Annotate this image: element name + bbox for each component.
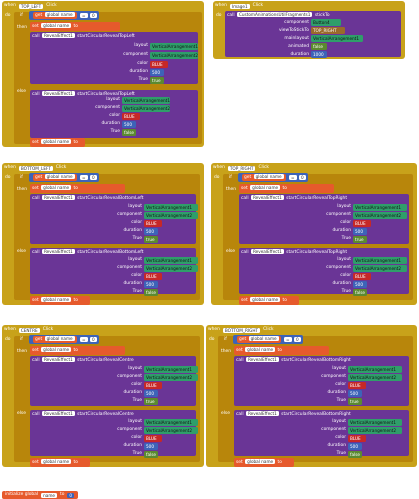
arg-duration-else[interactable]: 500 [144,443,158,450]
arg-component-else[interactable]: VerticalArrangement2 [348,427,402,434]
arg-true[interactable]: true [353,236,367,243]
arg-color-else[interactable]: BLUE [348,435,366,442]
set-global-block-else[interactable]: set global name to [234,458,294,467]
arg-true[interactable]: true [348,398,362,405]
arg-true[interactable]: true [144,398,158,405]
set-global-block[interactable]: set global name to [239,184,334,193]
arg-color[interactable]: BLUE [144,382,162,389]
get-global-block[interactable]: get global name [242,174,286,181]
arg-duration[interactable]: 500 [144,228,158,235]
arg-false-else[interactable]: false [348,451,362,458]
event-block-bottom-left[interactable]: when BOTTOM_LEFT Click do if get global … [2,163,204,305]
arg-duration[interactable]: 1000 [311,51,327,58]
arg-color-else[interactable]: BLUE [353,273,371,280]
event-block-image1[interactable]: when Image1 Click do call CustomAnimatio… [213,1,405,59]
compare-block[interactable]: get global name = 0 [29,173,99,182]
compare-block[interactable]: get global name = 0 [29,335,99,344]
event-block-centre[interactable]: when CENTRE Click do if get global name … [2,325,204,467]
arg-layout[interactable]: VerticalArrangement1 [348,366,402,373]
arg-component[interactable]: VerticalArrangement2 [348,374,402,381]
arg-component-else[interactable]: VerticalArrangement2 [144,265,198,272]
arg-layout-else[interactable]: VerticalArrangement1 [353,257,407,264]
set-global-block[interactable]: set global name to [30,22,120,31]
compare-block[interactable]: get global name = 0 [29,11,99,20]
arg-color[interactable]: BLUE [144,220,162,227]
set-global-block[interactable]: set global name to [30,184,125,193]
arg-duration[interactable]: 500 [353,228,367,235]
get-global-block[interactable]: get global name [33,174,77,181]
arg-color-else[interactable]: BLUE [122,113,140,120]
arg-true[interactable]: true [150,77,164,84]
arg-duration-else[interactable]: 500 [348,443,362,450]
set-global-block-else[interactable]: set global name to [30,458,90,467]
set-global-block-else[interactable]: set global name to [30,138,85,147]
component-dropdown[interactable]: BOTTOM_LEFT [18,165,53,171]
arg-false-else[interactable]: false [122,129,136,136]
arg-layout-else[interactable]: VerticalArrangement1 [144,419,198,426]
component-dropdown[interactable]: TOP_RIGHT [227,165,256,171]
arg-layout-else[interactable]: VerticalArrangement1 [144,257,198,264]
event-block-top-right[interactable]: when TOP_RIGHT Click do if get global na… [211,163,417,305]
arg-layout[interactable]: VerticalArrangement1 [144,204,198,211]
arg-duration[interactable]: 500 [150,69,164,76]
arg-component[interactable]: VerticalArrangement2 [353,212,407,219]
event-header: when BOTTOM_RIGHT Click [208,327,274,333]
arg-component[interactable]: VerticalArrangement2 [150,52,198,59]
arg-component-else[interactable]: VerticalArrangement2 [144,427,198,434]
component-dropdown[interactable]: TOP_LEFT [18,3,44,9]
arg-color[interactable]: BLUE [348,382,366,389]
event-block-bottom-right[interactable]: when BOTTOM_RIGHT Click do if get global… [206,325,417,467]
arg-duration-else[interactable]: 500 [144,281,158,288]
arg-duration[interactable]: 500 [144,390,158,397]
init-value[interactable]: 0 [67,492,75,498]
arg-mainlayout[interactable]: VerticalArrangement1 [311,35,363,42]
component-dropdown[interactable]: BOTTOM_RIGHT [222,327,261,333]
event-header: when BOTTOM_LEFT Click [4,165,67,171]
set-global-block-else[interactable]: set global name to [239,296,299,305]
get-global-block[interactable]: get global name [33,336,77,343]
set-global-block[interactable]: set global name to [234,346,329,355]
arg-component[interactable]: VerticalArrangement2 [144,212,198,219]
arg-duration-else[interactable]: 500 [122,121,136,128]
compare-block[interactable]: get global name = 0 [238,173,308,182]
arg-layout-else[interactable]: VerticalArrangement1 [348,419,402,426]
arg-false-else[interactable]: false [144,451,158,458]
arg-animated[interactable]: false [311,43,327,50]
set-global-block[interactable]: set global name to [30,346,125,355]
get-global-block[interactable]: get global name [33,12,77,19]
arg-false-else[interactable]: false [144,289,158,296]
arg-view[interactable]: TOP_RIGHT [311,27,345,34]
arg-component[interactable]: VerticalArrangement2 [144,374,198,381]
component-dropdown[interactable]: Image1 [229,3,250,9]
arg-layout[interactable]: VerticalArrangement1 [144,366,198,373]
arg-color[interactable]: BLUE [353,220,371,227]
event-header: when TOP_RIGHT Click [213,165,269,171]
event-header: when CENTRE Click [4,327,54,333]
initialize-global-block[interactable]: initialize global name to 0 [2,491,79,499]
arg-color-else[interactable]: BLUE [144,273,162,280]
event-block-top-left[interactable]: when TOP_LEFT Click do if get global nam… [2,1,204,147]
arg-layout[interactable]: VerticalArrangement1 [353,204,407,211]
arg-component-else[interactable]: VerticalArrangement2 [122,105,170,112]
arg-layout[interactable]: VerticalArrangement1 [150,43,198,50]
arg-false-else[interactable]: false [353,289,367,296]
arg-duration-else[interactable]: 500 [353,281,367,288]
event-header: when Image1 Click [215,3,264,9]
component-dropdown[interactable]: CENTRE [18,327,40,333]
set-global-block-else[interactable]: set global name to [30,296,90,305]
arg-component[interactable]: Button4 [311,19,341,26]
arg-layout-else[interactable]: VerticalArrangement1 [122,97,170,104]
event-header: when TOP_LEFT Click [4,3,57,9]
compare-block[interactable]: get global name = 0 [233,335,303,344]
global-name-field[interactable]: name [41,492,57,498]
arg-color[interactable]: BLUE [150,61,168,68]
arg-true[interactable]: true [144,236,158,243]
arg-component-else[interactable]: VerticalArrangement2 [353,265,407,272]
get-global-block[interactable]: get global name [237,336,281,343]
arg-color-else[interactable]: BLUE [144,435,162,442]
arg-duration[interactable]: 500 [348,390,362,397]
